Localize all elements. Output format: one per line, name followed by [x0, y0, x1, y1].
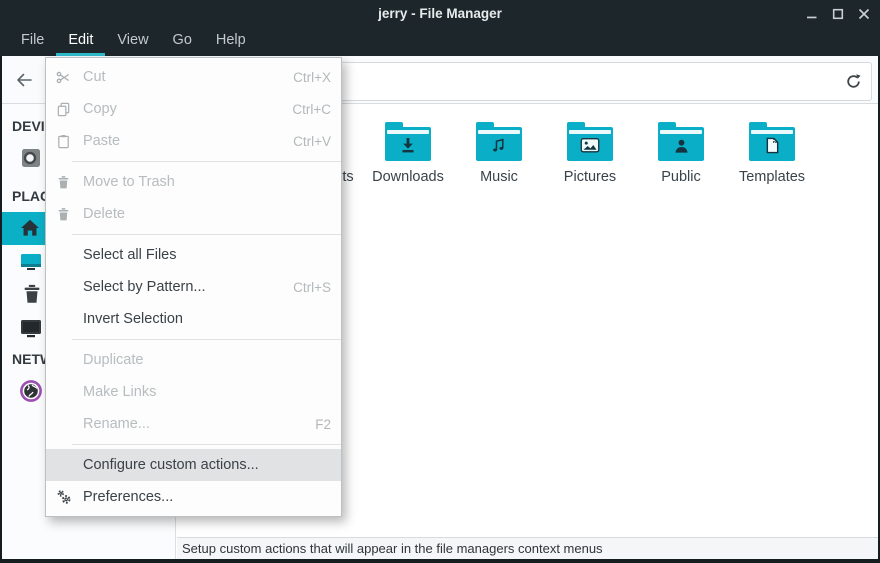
titlebar[interactable]: jerry - File Manager	[0, 0, 880, 27]
menu-separator	[72, 339, 341, 340]
folder-icon	[749, 127, 795, 161]
menu-item-accel: Ctrl+S	[293, 280, 331, 295]
menu-item-label: Cut	[83, 69, 106, 85]
menu-item-delete: Delete	[46, 198, 341, 230]
window-controls	[806, 0, 870, 27]
minimize-button[interactable]	[806, 8, 818, 20]
folder-icon	[567, 127, 613, 161]
menu-separator	[72, 161, 341, 162]
folder-icon	[476, 127, 522, 161]
file-manager-window: jerry - File Manager File Edit View Go H…	[0, 0, 880, 563]
maximize-button[interactable]	[832, 8, 844, 20]
person-emblem-icon	[658, 138, 704, 155]
file-item-downloads[interactable]: Downloads	[363, 118, 453, 185]
menu-item-label: Make Links	[83, 384, 156, 400]
menubar: File Edit View Go Help	[0, 27, 880, 56]
menu-separator	[72, 444, 341, 445]
menu-edit[interactable]: Edit	[56, 27, 105, 56]
menu-item-rename: Rename... F2	[46, 408, 341, 440]
menu-help[interactable]: Help	[204, 27, 258, 56]
menu-item-label: Rename...	[83, 416, 150, 432]
menu-item-preferences[interactable]: Preferences...	[46, 481, 341, 513]
menu-view[interactable]: View	[105, 27, 160, 56]
menu-item-label: Preferences...	[83, 489, 173, 505]
folder-icon	[658, 127, 704, 161]
download-emblem-icon	[385, 137, 431, 155]
menu-item-label: Select all Files	[83, 247, 176, 263]
menu-item-accel: F2	[315, 417, 331, 432]
menu-item-label: Select by Pattern...	[83, 279, 206, 295]
status-text: Setup custom actions that will appear in…	[182, 541, 603, 556]
back-arrow-icon	[14, 70, 34, 90]
menu-item-invert-selection[interactable]: Invert Selection	[46, 303, 341, 335]
reload-button[interactable]	[845, 73, 862, 95]
menu-item-label: Move to Trash	[83, 174, 175, 190]
menu-item-accel: Ctrl+C	[292, 102, 331, 117]
menu-item-configure-custom-actions[interactable]: Configure custom actions...	[46, 449, 341, 481]
menu-item-duplicate: Duplicate	[46, 344, 341, 376]
clipboard-icon	[56, 134, 73, 149]
file-label: Downloads	[372, 169, 444, 185]
menu-item-make-links: Make Links	[46, 376, 341, 408]
menu-item-select-all-files[interactable]: Select all Files	[46, 239, 341, 271]
menu-item-cut: Cut Ctrl+X	[46, 61, 341, 93]
menu-item-label: Duplicate	[83, 352, 143, 368]
file-item-public[interactable]: Public	[636, 118, 726, 185]
file-label: Music	[480, 169, 518, 185]
menu-item-label: Invert Selection	[83, 311, 183, 327]
menu-item-label: Configure custom actions...	[83, 457, 259, 473]
menu-item-select-by-pattern[interactable]: Select by Pattern... Ctrl+S	[46, 271, 341, 303]
file-item-pictures[interactable]: Pictures	[545, 118, 635, 185]
menu-item-label: Paste	[83, 133, 120, 149]
menu-item-label: Delete	[83, 206, 125, 222]
statusbar: Setup custom actions that will appear in…	[177, 537, 878, 559]
menu-separator	[72, 234, 341, 235]
trash-icon	[56, 175, 73, 190]
menu-item-copy: Copy Ctrl+C	[46, 93, 341, 125]
copy-icon	[56, 102, 73, 117]
trash-icon	[56, 207, 73, 222]
globe-icon	[19, 379, 43, 408]
back-button[interactable]	[14, 70, 34, 95]
trash-icon	[21, 283, 43, 310]
file-label: Public	[661, 169, 701, 185]
hard-drive-icon	[19, 146, 43, 175]
menu-go[interactable]: Go	[161, 27, 204, 56]
scissors-icon	[56, 70, 73, 85]
file-label: Pictures	[564, 169, 616, 185]
file-item-templates[interactable]: Templates	[727, 118, 817, 185]
maximize-icon	[832, 8, 844, 20]
folder-icon	[385, 127, 431, 161]
computer-icon	[19, 316, 43, 345]
edit-menu-dropdown: Cut Ctrl+X Copy Ctrl+C Paste Ctrl+V Move…	[45, 57, 342, 517]
close-button[interactable]	[858, 8, 870, 20]
gears-icon	[56, 489, 73, 505]
reload-icon	[845, 73, 862, 90]
menu-item-paste: Paste Ctrl+V	[46, 125, 341, 157]
desktop-icon	[19, 250, 43, 279]
menu-item-accel: Ctrl+X	[293, 70, 331, 85]
menu-item-accel: Ctrl+V	[293, 134, 331, 149]
music-note-emblem-icon	[476, 137, 522, 154]
minimize-icon	[806, 8, 818, 20]
home-icon	[19, 217, 41, 244]
close-icon	[858, 8, 870, 20]
picture-emblem-icon	[567, 138, 613, 153]
template-emblem-icon	[749, 137, 795, 154]
window-title: jerry - File Manager	[0, 0, 880, 27]
menu-item-label: Copy	[83, 101, 117, 117]
file-item-music[interactable]: Music	[454, 118, 544, 185]
file-label: Templates	[739, 169, 805, 185]
menu-file[interactable]: File	[9, 27, 56, 56]
menu-item-move-to-trash: Move to Trash	[46, 166, 341, 198]
